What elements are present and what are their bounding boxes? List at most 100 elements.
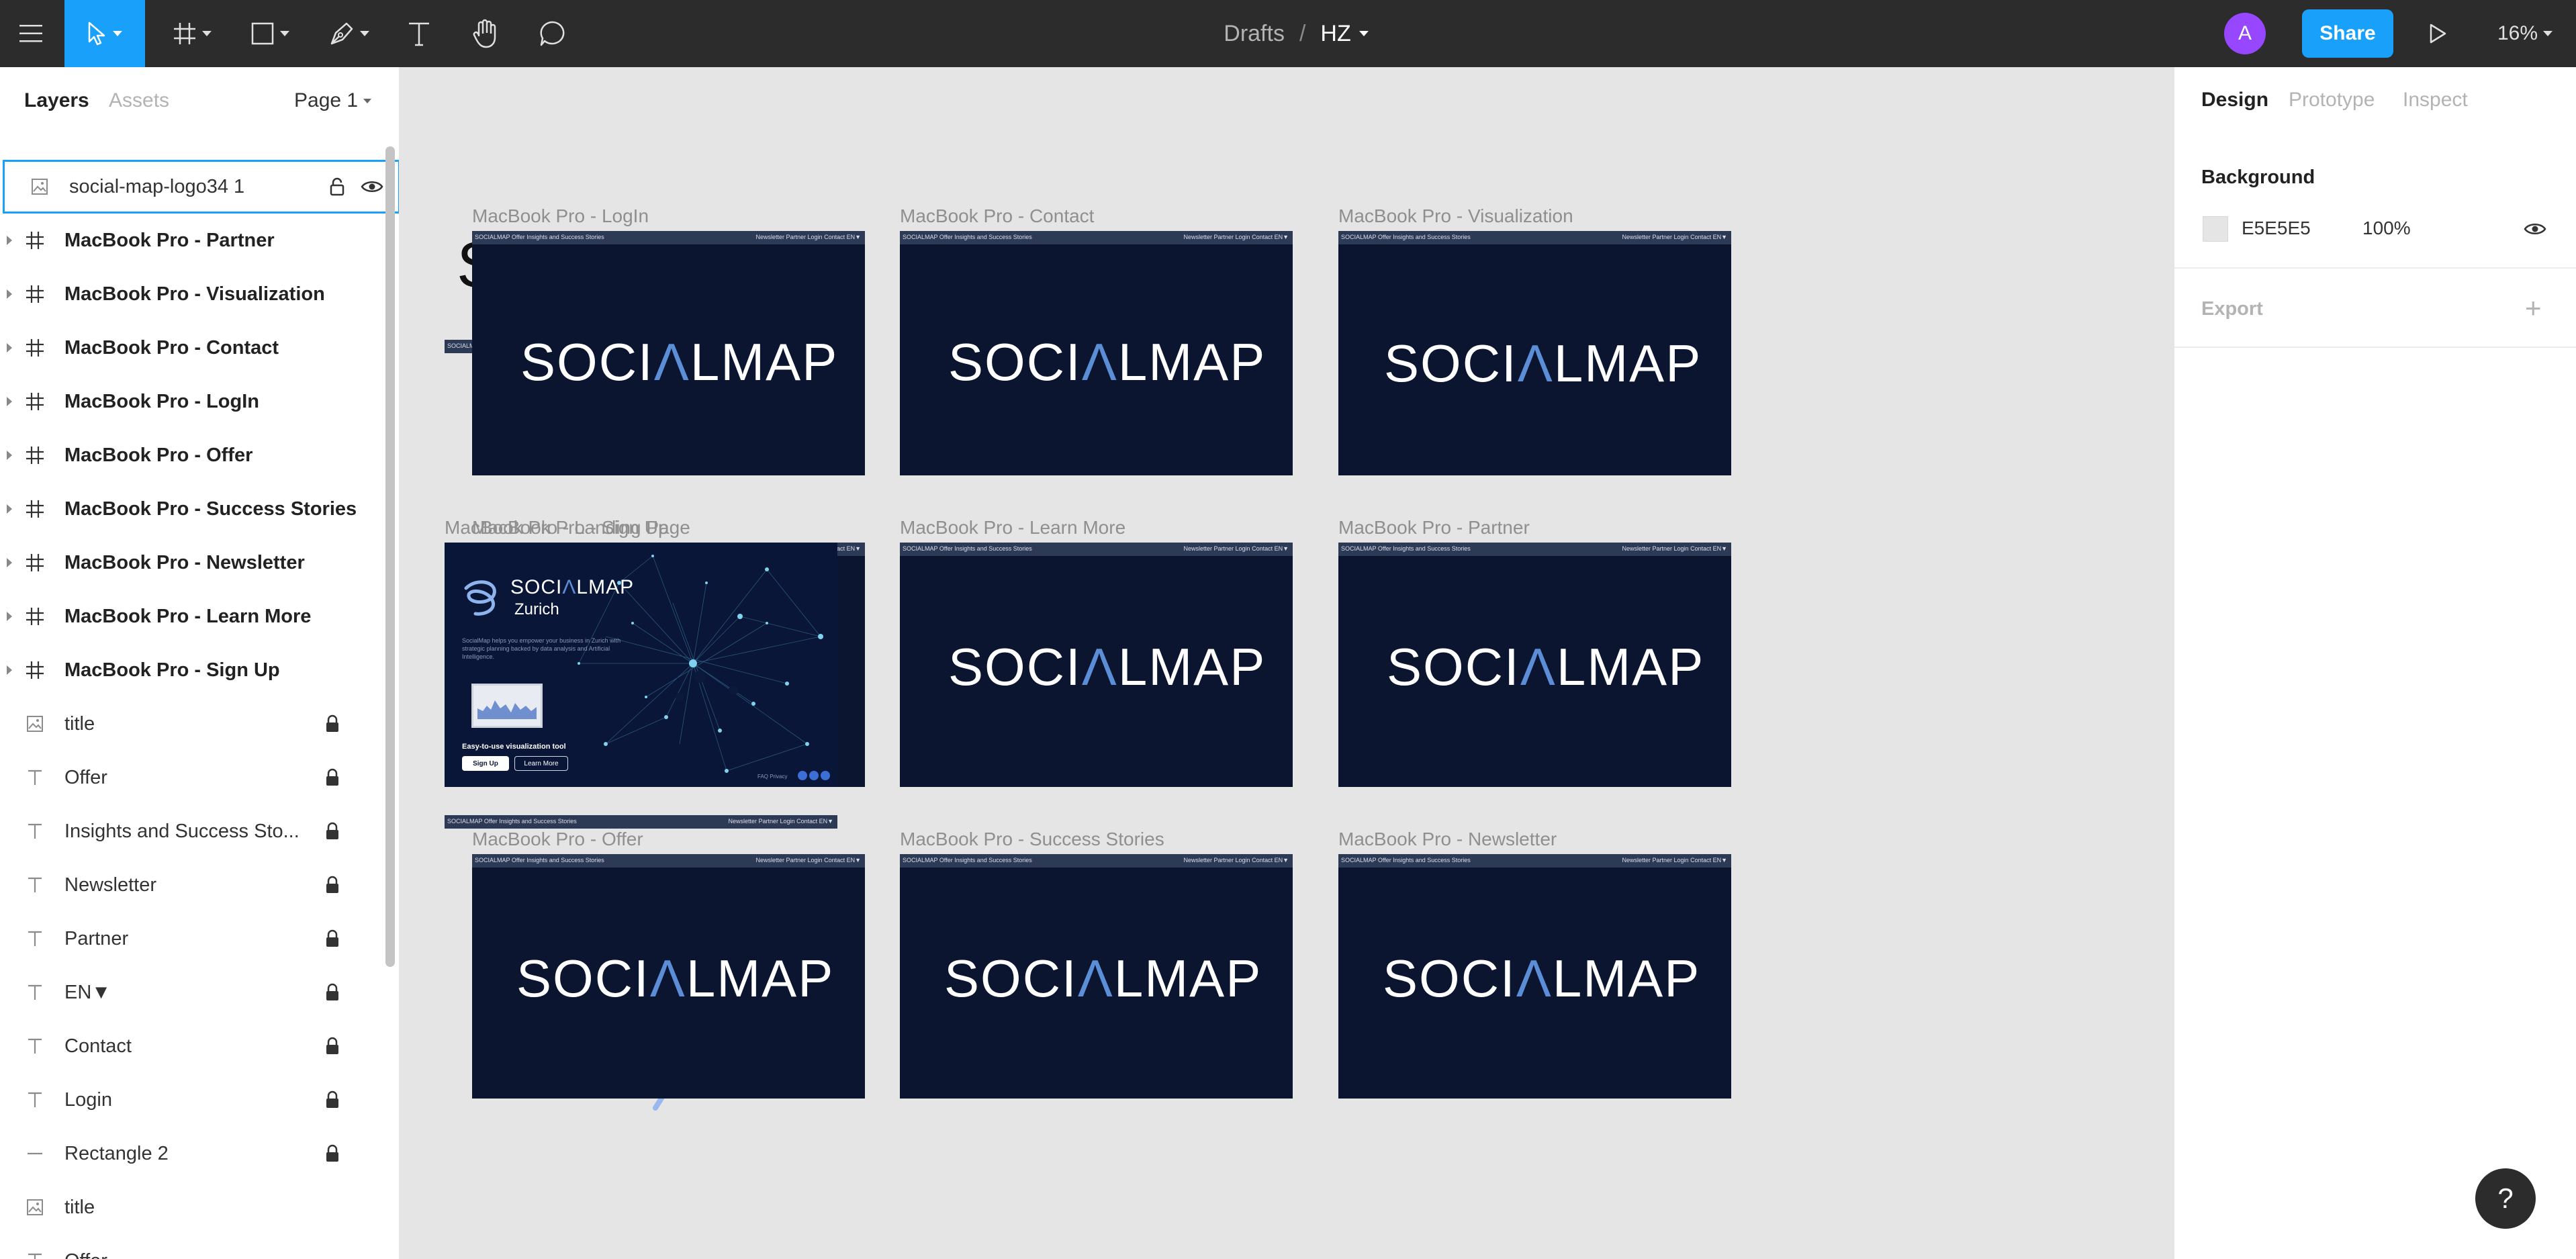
layer-row[interactable]: MacBook Pro - Partner xyxy=(0,214,384,267)
frame-thumbnail[interactable]: SOCIALMAP Offer Insights and Success Sto… xyxy=(472,854,865,1099)
layer-row[interactable]: Partner xyxy=(0,912,384,966)
chevron-down-icon xyxy=(202,31,212,36)
comment-tool-button[interactable] xyxy=(528,0,578,67)
expand-arrow-icon[interactable] xyxy=(7,612,12,621)
layer-row[interactable]: MacBook Pro - Visualization xyxy=(0,267,384,321)
linkedin-icon[interactable] xyxy=(809,771,819,780)
layer-row[interactable]: MacBook Pro - Success Stories xyxy=(0,482,384,536)
frame-landing-page[interactable]: SOCIΛLMAP Zurich SocialMap helps you emp… xyxy=(445,543,837,787)
image-icon xyxy=(24,713,46,735)
main-menu-button[interactable] xyxy=(0,0,62,67)
layer-row[interactable]: Offer xyxy=(0,751,384,804)
expand-arrow-icon[interactable] xyxy=(7,451,12,460)
facebook-icon[interactable] xyxy=(798,771,807,780)
frame-label[interactable]: MacBook Pro - Contact xyxy=(900,205,1094,227)
twitter-icon[interactable] xyxy=(821,771,830,780)
zoom-menu[interactable]: 16% xyxy=(2485,0,2565,67)
pen-tool-button[interactable] xyxy=(316,0,383,67)
layer-row[interactable]: Rectangle 2 xyxy=(0,1127,384,1180)
layer-row[interactable]: Newsletter xyxy=(0,858,384,912)
layer-row[interactable]: MacBook Pro - Newsletter xyxy=(0,536,384,590)
tab-prototype[interactable]: Prototype xyxy=(2289,89,2375,111)
chevron-down-icon[interactable] xyxy=(1359,31,1369,36)
frame-label[interactable]: MacBook Pro - Learn More xyxy=(900,517,1125,539)
frame-label[interactable]: MacBook Pro - Newsletter xyxy=(1338,829,1557,850)
frame-tool-button[interactable] xyxy=(158,0,226,67)
frame-label[interactable]: MacBook Pro - Partner xyxy=(1338,517,1530,539)
frame-label[interactable]: MacBook Pro - Success Stories xyxy=(900,829,1164,850)
page-selector[interactable]: Page 1 xyxy=(294,89,372,112)
layer-row[interactable]: MacBook Pro - Sign Up xyxy=(0,643,384,697)
social-icons xyxy=(798,771,830,780)
shape-tool-button[interactable] xyxy=(236,0,304,67)
hand-tool-button[interactable] xyxy=(461,0,510,67)
avatar[interactable]: A xyxy=(2224,13,2266,54)
layer-row[interactable]: social-map-logo34 1 xyxy=(3,160,399,214)
eye-icon[interactable] xyxy=(361,179,383,194)
background-hex-input[interactable]: E5E5E5 xyxy=(2242,218,2311,239)
frame-thumbnail[interactable]: SOCIALMAP Offer Insights and Success Sto… xyxy=(1338,543,1731,787)
text-tool-button[interactable] xyxy=(398,0,441,67)
layer-row[interactable]: EN▼ xyxy=(0,966,384,1019)
navbar-strip[interactable]: SOCIALMAP Offer Insights and Success Sto… xyxy=(445,815,837,829)
lock-icon[interactable] xyxy=(325,983,340,1002)
breadcrumb-folder[interactable]: Drafts xyxy=(1224,21,1285,47)
frame-thumbnail[interactable]: SOCIALMAP Offer Insights and Success Sto… xyxy=(900,543,1293,787)
lock-icon[interactable] xyxy=(325,714,340,733)
expand-arrow-icon[interactable] xyxy=(7,558,12,567)
tab-design[interactable]: Design xyxy=(2201,89,2268,111)
layer-row[interactable]: title xyxy=(0,697,384,751)
frame-label[interactable]: MacBook Pro - LogIn xyxy=(472,205,649,227)
present-button[interactable] xyxy=(2418,0,2458,67)
canvas[interactable]: SOCIΛLMAP SOCIALMAP Offer Insights and S… xyxy=(400,67,2173,1259)
layer-row[interactable]: MacBook Pro - Learn More xyxy=(0,590,384,643)
layer-row[interactable]: MacBook Pro - Contact xyxy=(0,321,384,375)
learn-more-button[interactable]: Learn More xyxy=(514,756,568,771)
layer-row[interactable]: Contact xyxy=(0,1019,384,1073)
share-button[interactable]: Share xyxy=(2302,9,2393,58)
layers-scrollbar[interactable] xyxy=(385,146,395,967)
expand-arrow-icon[interactable] xyxy=(7,397,12,406)
lock-icon[interactable] xyxy=(325,876,340,894)
background-color-swatch[interactable] xyxy=(2203,216,2228,242)
layer-row[interactable]: MacBook Pro - LogIn xyxy=(0,375,384,428)
layer-row[interactable]: Offer xyxy=(0,1234,384,1259)
logo-text: SOCI xyxy=(948,332,1082,391)
layer-row[interactable]: title xyxy=(0,1180,384,1234)
layer-row[interactable]: Insights and Success Sto... xyxy=(0,804,384,858)
unlock-icon[interactable] xyxy=(330,177,344,196)
tab-inspect[interactable]: Inspect xyxy=(2403,89,2468,111)
frame-label[interactable]: MacBook Pro - Visualization xyxy=(1338,205,1573,227)
frame-thumbnail[interactable]: SOCIALMAP Offer Insights and Success Sto… xyxy=(900,231,1293,475)
add-export-button[interactable]: + xyxy=(2525,294,2542,322)
layer-row[interactable]: Login xyxy=(0,1073,384,1127)
lock-icon[interactable] xyxy=(325,1037,340,1056)
move-tool-button[interactable] xyxy=(64,0,145,67)
frame-thumbnail[interactable]: SOCIALMAP Offer Insights and Success Sto… xyxy=(900,854,1293,1099)
frame-thumbnail[interactable]: SOCIALMAP Offer Insights and Success Sto… xyxy=(1338,231,1731,475)
lock-icon[interactable] xyxy=(325,1144,340,1163)
expand-arrow-icon[interactable] xyxy=(7,236,12,245)
sign-up-button[interactable]: Sign Up xyxy=(462,756,509,771)
help-button[interactable]: ? xyxy=(2475,1168,2536,1229)
lock-icon[interactable] xyxy=(325,768,340,787)
expand-arrow-icon[interactable] xyxy=(7,665,12,675)
nav-right-text: Newsletter Partner Login Contact EN▼ xyxy=(755,857,861,864)
eye-icon[interactable] xyxy=(2524,222,2546,236)
expand-arrow-icon[interactable] xyxy=(7,343,12,353)
expand-arrow-icon[interactable] xyxy=(7,504,12,514)
layer-row[interactable]: MacBook Pro - Offer xyxy=(0,428,384,482)
frame-thumbnail[interactable]: SOCIALMAP Offer Insights and Success Sto… xyxy=(472,231,865,475)
lock-icon[interactable] xyxy=(325,1090,340,1109)
file-name[interactable]: HZ xyxy=(1320,21,1350,47)
expand-arrow-icon[interactable] xyxy=(7,289,12,299)
frame-label[interactable]: MacBook Pro - Offer xyxy=(472,829,643,850)
frame-label[interactable]: MacBook Pro - Landing Page xyxy=(445,517,690,539)
lock-icon[interactable] xyxy=(325,929,340,948)
tab-layers[interactable]: Layers xyxy=(24,89,89,112)
tab-assets[interactable]: Assets xyxy=(109,89,169,112)
background-opacity-input[interactable]: 100% xyxy=(2362,218,2411,239)
frame-thumbnail[interactable]: SOCIALMAP Offer Insights and Success Sto… xyxy=(1338,854,1731,1099)
chevron-down-icon xyxy=(113,31,122,36)
lock-icon[interactable] xyxy=(325,822,340,841)
